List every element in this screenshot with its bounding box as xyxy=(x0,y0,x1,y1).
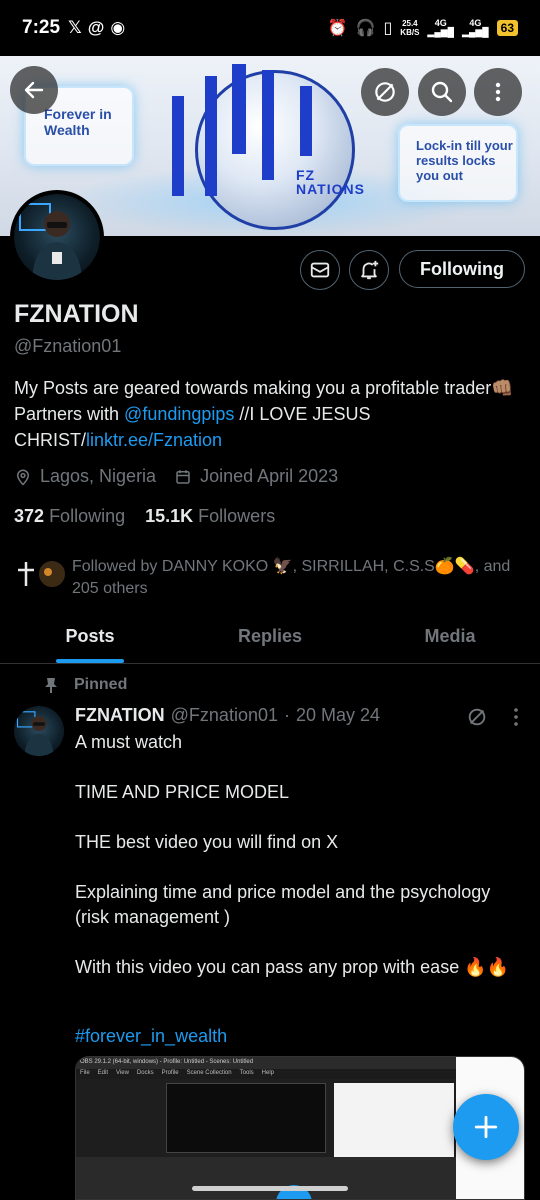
post-date[interactable]: 20 May 24 xyxy=(296,705,380,726)
post-avatar[interactable] xyxy=(14,706,64,756)
plus-icon xyxy=(474,1115,498,1139)
status-bar: 7:25 𝕏 @ ◉ ⏰ 🎧 ▯ 25.4 KB/S 4G ▂▄▆█ 4G ▂▄▆█… xyxy=(0,0,540,56)
avatar-illustration xyxy=(19,203,82,280)
grok-icon xyxy=(375,82,395,102)
profile-name: FZNATION xyxy=(14,300,139,328)
vibrate-icon: ▯ xyxy=(383,20,393,37)
more-button[interactable] xyxy=(474,68,522,116)
location-text: Lagos, Nigeria xyxy=(40,466,157,486)
search-icon xyxy=(431,81,453,103)
profile-handle: @Fznation01 xyxy=(14,336,122,356)
notifications-button[interactable] xyxy=(349,250,389,290)
back-button[interactable] xyxy=(10,66,58,114)
net-speed: 25.4 KB/S xyxy=(400,19,420,37)
followed-by[interactable]: Followed by DANNY KOKO 🦅, SIRRILLAH, C.S… xyxy=(14,556,532,600)
post-header: FZNATION @Fznation01 · 20 May 24 xyxy=(75,705,381,726)
signal-4g-icon: 4G ▂▄▆█ xyxy=(427,18,455,37)
post-hashtag-link[interactable]: #forever_in_wealth xyxy=(75,1026,227,1047)
tab-replies[interactable]: Replies xyxy=(180,610,360,663)
profile-meta: Lagos, Nigeria Joined April 2023 xyxy=(14,466,338,487)
arrow-left-icon xyxy=(24,81,44,99)
bell-plus-icon xyxy=(361,260,379,280)
bio-mention-link[interactable]: @fundingpips xyxy=(124,404,234,424)
grok-button[interactable] xyxy=(361,68,409,116)
pin-icon xyxy=(45,678,57,693)
followed-by-text: Followed by DANNY KOKO 🦅, SIRRILLAH, C.S… xyxy=(72,558,511,597)
search-button[interactable] xyxy=(418,68,466,116)
threads-icon: @ xyxy=(87,18,105,37)
globe-graphic xyxy=(195,70,355,230)
calendar-icon xyxy=(176,469,190,484)
joined-text: Joined April 2023 xyxy=(200,466,339,486)
tab-media[interactable]: Media xyxy=(360,610,540,663)
following-button[interactable]: Following xyxy=(399,250,525,288)
x-logo-icon: 𝕏 xyxy=(68,18,82,37)
mail-icon xyxy=(310,262,330,278)
pinned-label: Pinned xyxy=(74,676,128,693)
followed-by-avatars xyxy=(14,556,72,592)
profile-tabs: Posts Replies Media xyxy=(0,610,540,664)
post-body: A must watch TIME AND PRICE MODEL THE be… xyxy=(75,732,510,977)
tab-posts[interactable]: Posts xyxy=(0,610,180,663)
gesture-home-bar[interactable] xyxy=(192,1186,348,1191)
signal-4g-icon: 4G ▂▄▆█ xyxy=(462,18,489,37)
location-icon xyxy=(16,469,30,486)
follow-counts: 372 Following 15.1K Followers xyxy=(14,506,275,527)
more-vertical-icon xyxy=(495,82,501,102)
message-button[interactable] xyxy=(300,250,340,290)
post-more-button[interactable] xyxy=(508,706,524,733)
alarm-icon: ⏰ xyxy=(327,20,348,37)
post-author-name[interactable]: FZNATION xyxy=(75,705,165,726)
pinned-indicator: Pinned xyxy=(44,676,127,694)
compose-button[interactable] xyxy=(453,1094,519,1160)
profile-avatar[interactable] xyxy=(10,190,104,284)
profile-bio: My Posts are geared towards making you a… xyxy=(14,375,514,453)
followers-count-link[interactable]: 15.1K Followers xyxy=(145,506,275,527)
post-author-handle[interactable]: @Fznation01 xyxy=(171,705,278,726)
banner-badge-right: Lock-in till your results locks you out xyxy=(398,124,518,202)
status-time: 7:25 xyxy=(22,17,61,38)
bio-url-link[interactable]: linktr.ee/Fznation xyxy=(86,430,222,450)
headphones-icon: 🎧 xyxy=(355,20,376,37)
more-vertical-icon xyxy=(514,708,518,726)
steam-icon: ◉ xyxy=(110,18,126,37)
fznation-logo: FZ NATIONS xyxy=(296,167,365,197)
following-count-link[interactable]: 372 Following xyxy=(14,506,125,527)
post-grok-button[interactable] xyxy=(466,706,488,733)
battery-indicator: 63 xyxy=(496,20,518,36)
grok-icon xyxy=(468,708,486,726)
